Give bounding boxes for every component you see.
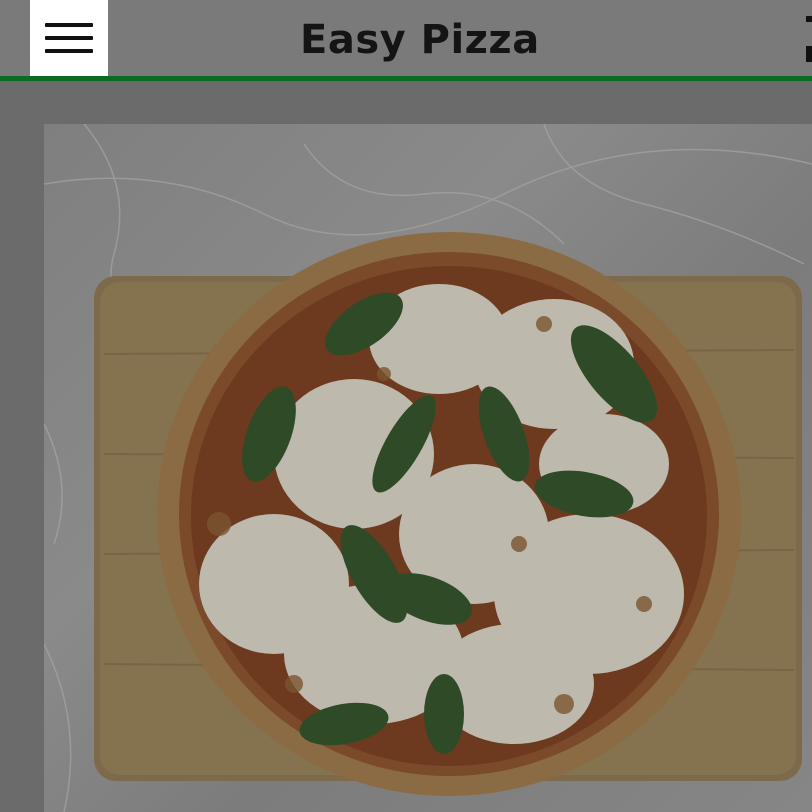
hamburger-menu-icon	[45, 23, 93, 27]
hamburger-menu-icon-bar	[45, 49, 93, 53]
overflow-icon[interactable]	[804, 16, 812, 64]
menu-button[interactable]	[30, 0, 108, 76]
overflow-icon-part	[806, 16, 812, 22]
hamburger-menu-icon-bar	[45, 36, 93, 40]
app-header: Easy Pizza	[0, 0, 812, 76]
pizza-illustration	[44, 124, 812, 812]
app-title: Easy Pizza	[300, 17, 540, 63]
hero-image[interactable]	[44, 124, 812, 812]
overflow-icon-part	[806, 46, 812, 62]
